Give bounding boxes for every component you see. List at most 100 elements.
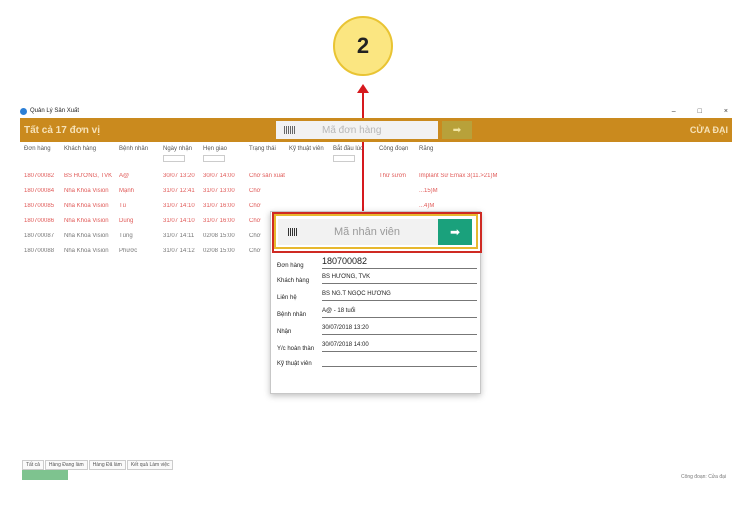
field-value: A@ - 18 tuổi: [322, 308, 477, 318]
field-label: Kỹ thuật viên: [277, 361, 312, 367]
cell: 31/07 14:10: [163, 202, 195, 209]
col-header[interactable]: Công đoạn: [375, 146, 415, 168]
cell: 180700088: [24, 247, 55, 254]
cell: Nha Khoa Vision: [64, 247, 109, 254]
cell: 30/07 14:00: [203, 172, 235, 179]
cell: Implant Sứ Emax 3(11.>21)M: [419, 172, 498, 179]
cell: Tùng: [119, 232, 133, 239]
app-logo-icon: [20, 107, 27, 115]
tab-done[interactable]: Hàng Đã làm: [88, 460, 126, 470]
close-icon[interactable]: ×: [724, 108, 728, 115]
tab-all[interactable]: Tất cả: [22, 460, 44, 470]
cell: Chờ sản xuất: [249, 172, 285, 179]
tab-results[interactable]: Kết quả Làm việc: [126, 460, 174, 470]
col-header[interactable]: Đơn hàng: [20, 146, 60, 168]
cell: Mạnh: [119, 187, 135, 194]
unit-count-title[interactable]: Tất cả 17 đơn vị: [20, 125, 100, 136]
barcode-icon: [288, 228, 298, 236]
cell: 31/07 13:00: [203, 187, 235, 194]
cell: 31/07 14:11: [163, 232, 195, 239]
field-contact: Liên hệ BS NG.T NGỌC HƯƠNG: [277, 291, 477, 301]
field-label: Nhận: [277, 329, 292, 335]
date-filter[interactable]: [163, 155, 185, 162]
field-customer: Khách hàng BS HƯƠNG, TVK: [277, 274, 477, 284]
station-label: CỬA ĐẠI: [689, 125, 728, 135]
field-patient: Bệnh nhân A@ - 18 tuổi: [277, 308, 477, 318]
maximize-icon[interactable]: □: [698, 108, 702, 115]
cell: 30/07 13:20: [163, 172, 195, 179]
field-value: 30/07/2018 13:20: [322, 325, 477, 335]
cell: 31/07 14:12: [163, 247, 195, 254]
status-stage: Công đoạn: Cửa đại: [680, 474, 726, 480]
field-value: 180700082: [322, 256, 477, 269]
order-search-placeholder: Mã đơn hàng: [322, 124, 382, 136]
window-title: Quản Lý Sản Xuất: [30, 108, 80, 114]
cell: Nha Khoa Vision: [64, 187, 109, 194]
bottom-action-button[interactable]: [22, 470, 68, 480]
col-header-date[interactable]: Ngày nhận: [159, 146, 199, 168]
field-label: Khách hàng: [277, 278, 310, 284]
field-label: Đơn hàng: [277, 263, 304, 269]
col-header: Bắt đầu lúc: [333, 146, 364, 152]
step-number: 2: [356, 33, 370, 58]
title-bar: Quản Lý Sản Xuất – □ ×: [20, 104, 732, 118]
cell: BS HƯƠNG, TVK: [64, 172, 113, 179]
cell: 31/07 16:00: [203, 202, 235, 209]
cell: A@: [119, 172, 130, 179]
field-label: Bệnh nhân: [277, 312, 307, 318]
bottom-tabs: Tất cả Hàng Đang làm Hàng Đã làm Kết quả…: [22, 460, 174, 470]
cell: 31/07 14:10: [163, 217, 195, 224]
field-value: BS HƯƠNG, TVK: [322, 274, 477, 284]
cell: 02/08 15:00: [203, 232, 235, 239]
col-header: Hẹn giao: [203, 146, 228, 152]
toolbar: Tất cả 17 đơn vị Mã đơn hàng ➡ CỬA ĐẠI: [20, 118, 732, 142]
cell: Nha Khoa Vision: [64, 202, 109, 209]
minimize-icon[interactable]: –: [672, 108, 676, 115]
field-order: Đơn hàng 180700082: [277, 256, 477, 269]
cell: ...15)M: [419, 187, 438, 194]
table-row[interactable]: 180700084 Nha Khoa Vision Mạnh 31/07 12:41 3…: [20, 183, 732, 198]
cell: Nha Khoa Vision: [64, 217, 109, 224]
employee-submit-button[interactable]: ➡: [438, 219, 472, 245]
table-row[interactable]: 180700082 BS HƯƠNG, TVK A@ 30/07 13:20 30/07…: [20, 168, 732, 183]
cell: Chờ: [249, 202, 261, 209]
cell: 180700082: [24, 172, 55, 179]
date-filter[interactable]: [203, 155, 225, 162]
field-value: [322, 357, 477, 367]
col-header[interactable]: Răng: [415, 146, 495, 168]
col-header: Ngày nhận: [163, 146, 193, 152]
cell: 02/08 15:00: [203, 247, 235, 254]
cell: 180700084: [24, 187, 55, 194]
step-callout: 2: [333, 16, 393, 76]
field-label: Y/c hoàn thàn: [277, 346, 315, 352]
barcode-icon: [284, 126, 296, 134]
date-filter[interactable]: [333, 155, 355, 162]
employee-code-input[interactable]: Mã nhân viên: [278, 219, 438, 245]
cell: Tú: [119, 202, 127, 209]
cell: Chờ: [249, 187, 261, 194]
order-search-input[interactable]: Mã đơn hàng: [276, 121, 438, 139]
field-received: Nhận 30/07/2018 13:20: [277, 325, 477, 335]
employee-scan-row: Mã nhân viên ➡: [278, 219, 472, 245]
field-technician: Kỹ thuật viên: [277, 357, 477, 367]
cell: Dũng: [119, 217, 134, 224]
cell: 180700087: [24, 232, 55, 239]
tab-in-progress[interactable]: Hàng Đang làm: [44, 460, 88, 470]
cell: Phước: [119, 247, 138, 254]
cell: Thử sườn: [379, 172, 406, 179]
cell: 180700086: [24, 217, 55, 224]
order-search-button[interactable]: ➡: [442, 121, 472, 139]
cell: ...4)M: [419, 202, 435, 209]
col-header-date[interactable]: Bắt đầu lúc: [329, 146, 375, 168]
col-header[interactable]: Trạng thái: [245, 146, 285, 168]
col-header[interactable]: Khách hàng: [60, 146, 115, 168]
arrow-right-icon: ➡: [449, 225, 461, 239]
col-header[interactable]: Bệnh nhân: [115, 146, 159, 168]
col-header[interactable]: Kỹ thuật viên: [285, 146, 329, 168]
col-header-date[interactable]: Hẹn giao: [199, 146, 245, 168]
arrow-right-icon: ➡: [452, 124, 462, 136]
window-controls: – □ ×: [672, 108, 732, 115]
field-value: BS NG.T NGỌC HƯƠNG: [322, 291, 477, 301]
field-label: Liên hệ: [277, 295, 297, 301]
cell: 31/07 16:00: [203, 217, 235, 224]
